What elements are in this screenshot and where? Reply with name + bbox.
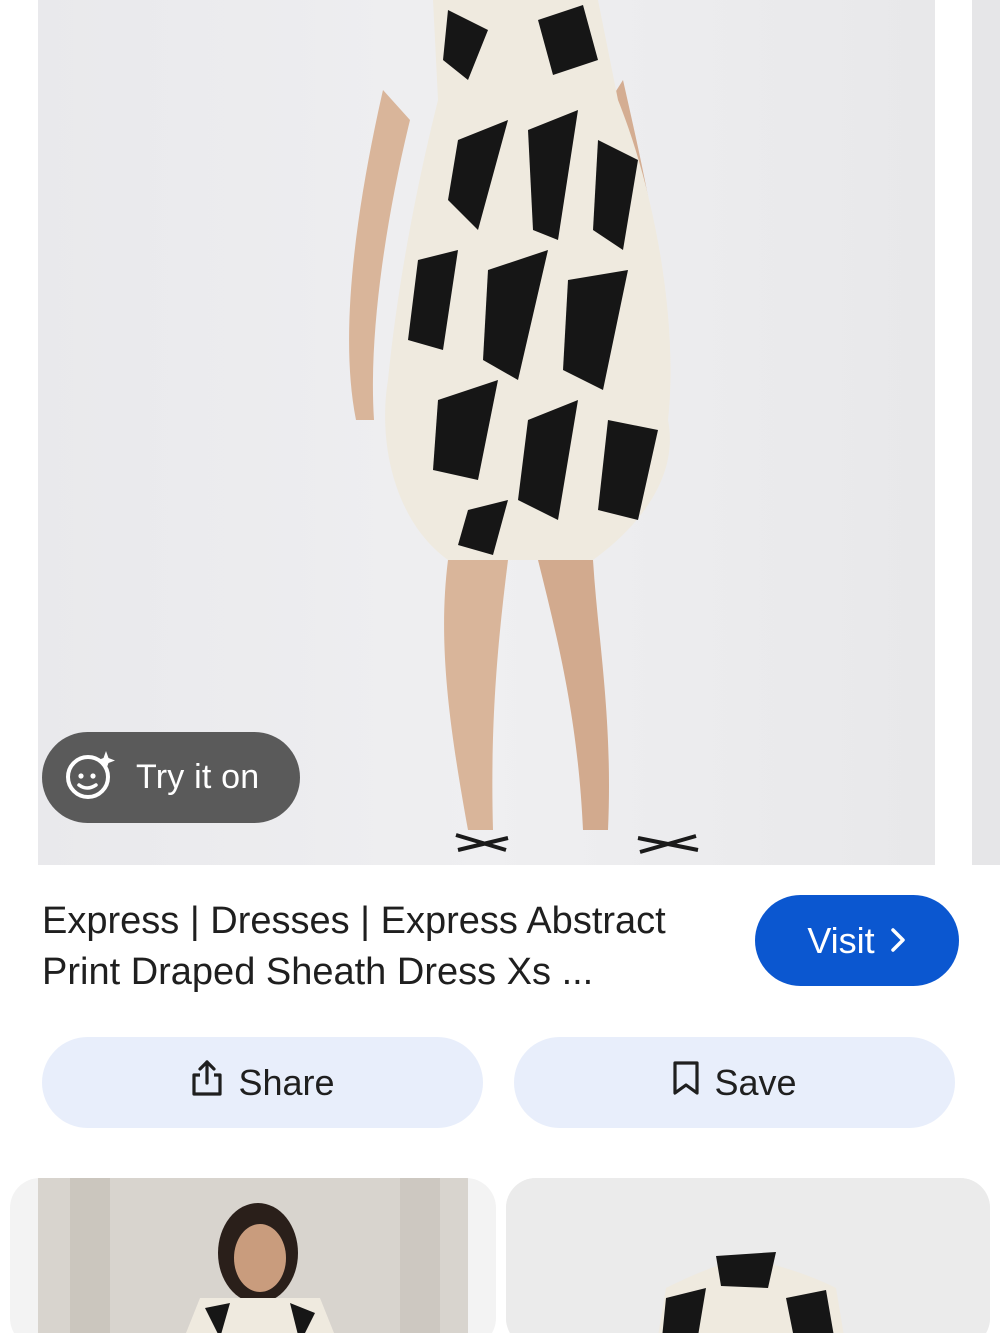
visit-label: Visit [807, 919, 875, 961]
related-image [506, 1178, 990, 1333]
related-result-card[interactable] [506, 1178, 990, 1333]
product-title[interactable]: Express | Dresses | Express Abstract Pri… [42, 896, 732, 998]
try-it-on-label: Try it on [136, 758, 260, 796]
share-label: Share [238, 1061, 335, 1103]
next-image-peek[interactable] [972, 0, 1000, 865]
related-result-card[interactable] [10, 1178, 496, 1333]
save-button[interactable]: Save [514, 1037, 955, 1128]
product-image-carousel[interactable]: Try it on [0, 0, 1000, 865]
chevron-right-icon [889, 920, 907, 962]
share-icon [190, 1059, 224, 1106]
bookmark-icon [672, 1060, 700, 1105]
related-image [38, 1178, 468, 1333]
save-label: Save [714, 1061, 797, 1103]
share-button[interactable]: Share [42, 1037, 483, 1128]
face-sparkle-icon [62, 747, 118, 808]
try-it-on-button[interactable]: Try it on [42, 732, 300, 823]
visit-button[interactable]: Visit [755, 895, 959, 986]
